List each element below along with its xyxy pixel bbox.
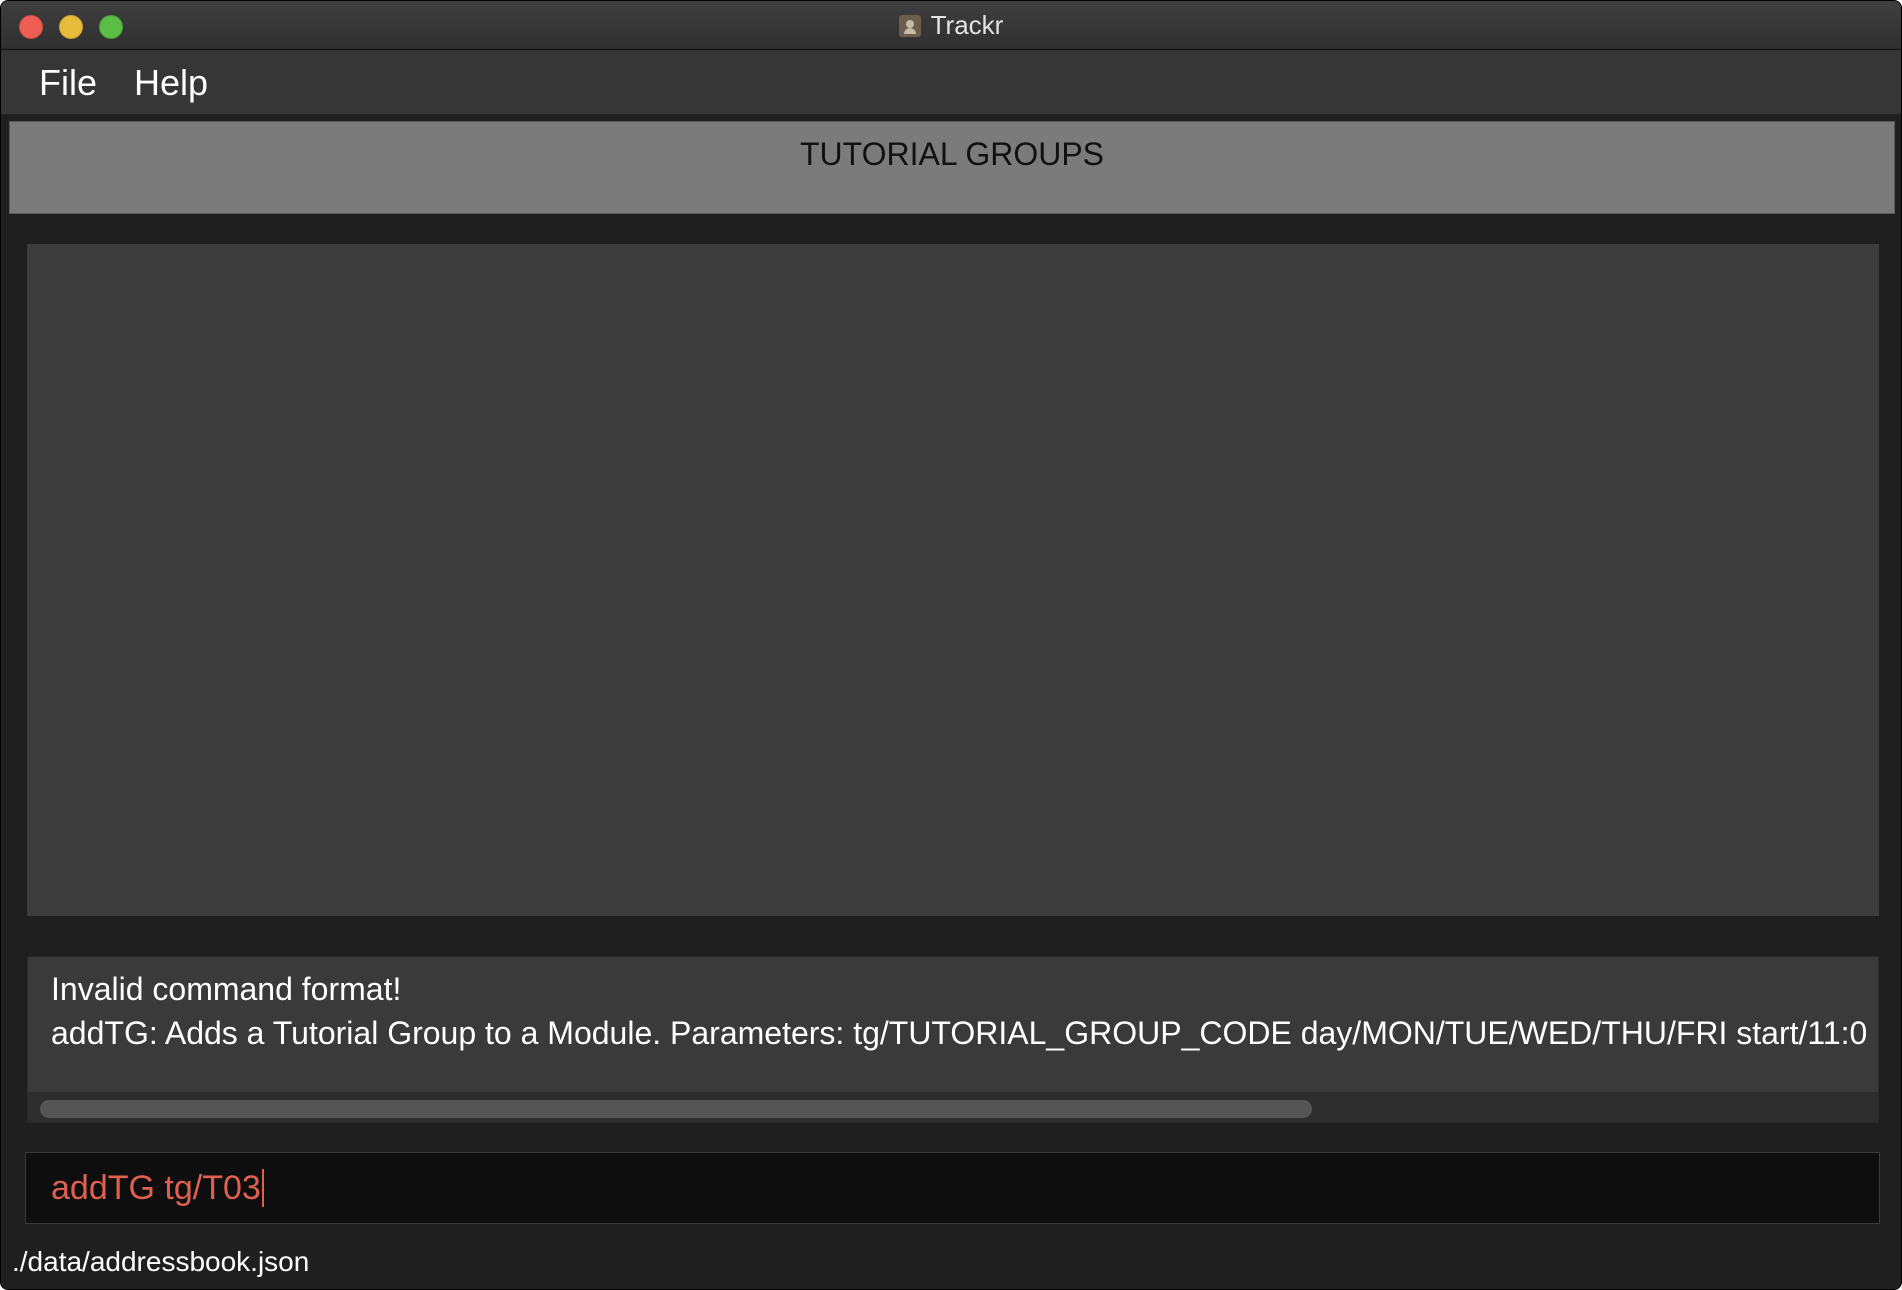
menu-file[interactable]: File xyxy=(39,62,97,104)
result-usage-line: addTG: Adds a Tutorial Group to a Module… xyxy=(51,1015,1868,1051)
command-input-text: addTG tg/T03 xyxy=(51,1169,264,1207)
scrollbar-thumb[interactable] xyxy=(40,1100,1312,1118)
command-input[interactable]: addTG tg/T03 xyxy=(25,1152,1880,1224)
status-bar-file-path: ./data/addressbook.json xyxy=(12,1246,310,1277)
tutorial-group-list[interactable] xyxy=(27,244,1879,916)
result-message-line: Invalid command format! xyxy=(51,971,402,1007)
window-title-group: Trackr xyxy=(1,1,1901,50)
panel-header: TUTORIAL GROUPS xyxy=(9,121,1895,214)
panel-title: TUTORIAL GROUPS xyxy=(799,136,1105,172)
menu-help[interactable]: Help xyxy=(134,62,208,104)
horizontal-scrollbar[interactable] xyxy=(28,1092,1878,1122)
window-title: Trackr xyxy=(930,10,1004,40)
person-icon xyxy=(898,14,921,37)
result-display[interactable]: Invalid command format! addTG: Adds a Tu… xyxy=(27,956,1879,1123)
app-window: Trackr File Help TUTORIAL GROUPS Invalid… xyxy=(0,0,1902,1290)
menu-bar: File Help xyxy=(1,50,1901,116)
title-bar[interactable]: Trackr xyxy=(1,1,1901,50)
